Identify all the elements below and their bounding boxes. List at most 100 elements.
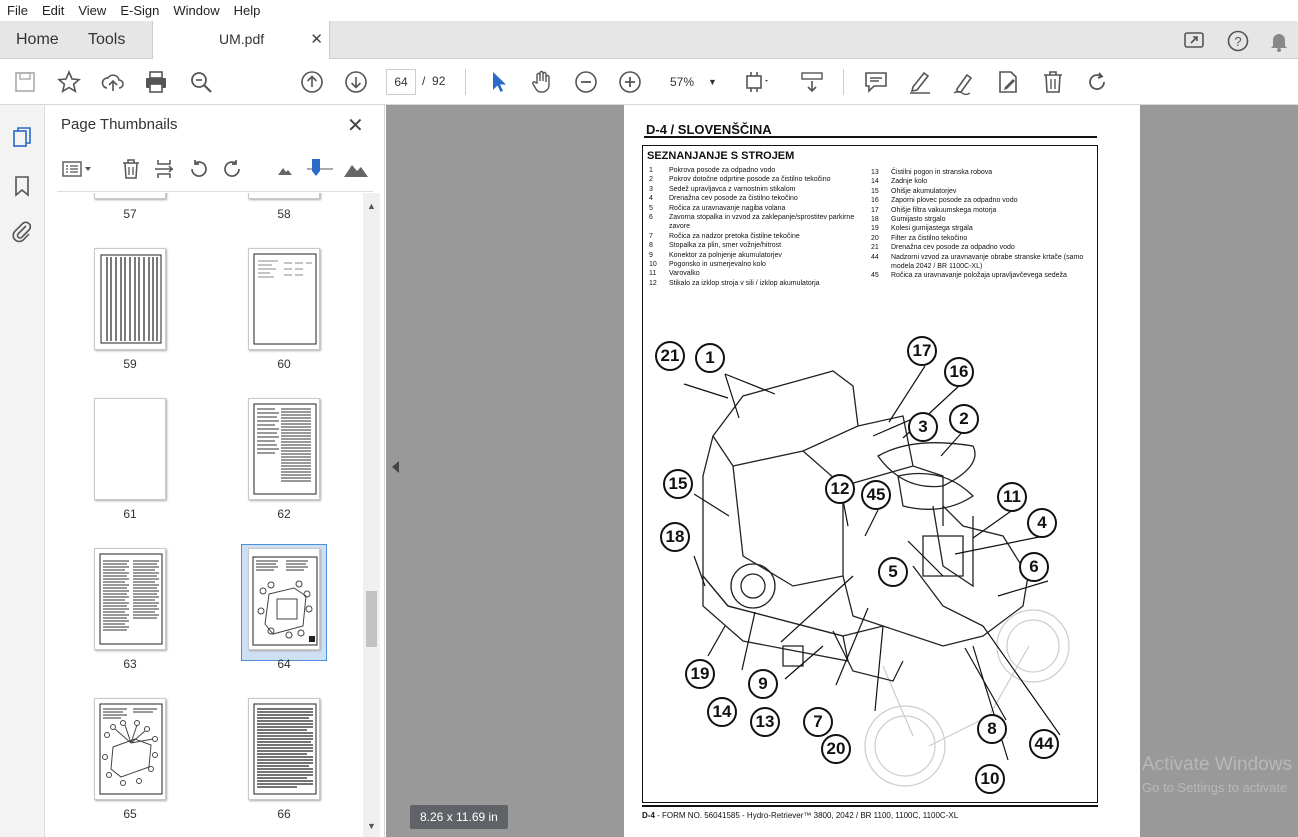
rotate-icon[interactable]: [1084, 69, 1110, 95]
rotate-counterclockwise-icon[interactable]: [188, 158, 210, 180]
scrollbar-thumb[interactable]: [366, 591, 377, 647]
callout-18: 18: [660, 522, 690, 552]
draw-signature-icon[interactable]: [951, 69, 977, 96]
legend-item: 19 Kolesi gumijastega strgala: [871, 225, 973, 233]
tab-bar: Home Tools UM.pdf ✕ ?: [0, 21, 1298, 60]
zoom-level-select[interactable]: 57% ▼: [662, 69, 722, 95]
thumbnail-page-63[interactable]: [94, 548, 166, 650]
header-rule: [644, 136, 1097, 138]
comment-icon[interactable]: [863, 69, 889, 95]
scroll-mode-icon[interactable]: [799, 69, 825, 95]
bookmarks-icon[interactable]: [10, 174, 34, 198]
page-fit-icon[interactable]: [742, 69, 768, 95]
small-thumbnails-icon[interactable]: [277, 163, 293, 175]
tab-home[interactable]: Home: [16, 21, 59, 59]
thumbnail-page-60[interactable]: [248, 248, 320, 350]
thumbnail-label-58: 58: [277, 207, 291, 221]
callout-9: 9: [748, 669, 778, 699]
thumbnail-list: 57 58 59 60 61 62 63 64 65 66: [45, 193, 363, 837]
panel-divider: [57, 191, 373, 192]
legend-item: 10 Pogonsko in usmerjevalno kolo: [649, 261, 766, 269]
thumbnail-label-57: 57: [123, 207, 137, 221]
insert-page-icon[interactable]: [153, 158, 175, 180]
activation-watermark-hint: Go to Settings to activate: [1142, 780, 1288, 795]
print-icon[interactable]: [143, 69, 169, 95]
highlight-pen-icon[interactable]: [907, 69, 933, 95]
bookmark-star-icon[interactable]: [56, 69, 82, 95]
legend-item: 21 Drenažna cev posode za odpadno vodo: [871, 244, 1015, 252]
delete-pages-icon[interactable]: [120, 158, 142, 180]
thumbnail-size-slider[interactable]: [307, 157, 333, 181]
document-viewport[interactable]: D-4 / SLOVENŠČINA SEZNANJANJE S STROJEM …: [386, 105, 1298, 837]
notifications-bell-icon[interactable]: [1267, 29, 1291, 53]
menu-file[interactable]: File: [0, 3, 35, 18]
tab-document[interactable]: UM.pdf ✕: [152, 21, 330, 60]
attachments-paperclip-icon[interactable]: [10, 219, 34, 243]
legend-item: 8 Stopalka za plin, smer vožnje/hitrost: [649, 242, 782, 250]
page-footer: D-4 - FORM NO. 56041585 - Hydro-Retrieve…: [642, 811, 959, 820]
thumbnail-label-63: 63: [123, 657, 137, 671]
callout-17: 17: [907, 336, 937, 366]
callout-6: 6: [1019, 552, 1049, 582]
thumbnail-page-57[interactable]: [94, 193, 166, 199]
legend-item: 16 Zaporni plovec posode za odpadno vodo: [871, 197, 1018, 205]
activation-watermark: Activate Windows: [1142, 754, 1292, 775]
zoom-search-icon[interactable]: [188, 69, 214, 95]
menu-view[interactable]: View: [71, 3, 113, 18]
legend-item: 45 Ročica za uravnavanje položaja upravlj…: [871, 272, 1067, 280]
legend-item: 1 Pokrova posode za odpadno vodo: [649, 167, 776, 174]
thumbnail-scrollbar[interactable]: ▲ ▼: [363, 193, 380, 837]
thumbnail-page-66[interactable]: [248, 698, 320, 800]
page-count: / 92: [422, 74, 446, 88]
upload-cloud-icon[interactable]: [100, 69, 126, 95]
menu-edit[interactable]: Edit: [35, 3, 71, 18]
close-tab-icon[interactable]: ✕: [310, 30, 323, 48]
zoom-in-icon[interactable]: [617, 69, 643, 95]
zoom-out-icon[interactable]: [573, 69, 599, 95]
page-thumbnails-icon[interactable]: [10, 125, 34, 149]
page-number-input[interactable]: 64: [386, 69, 416, 95]
hand-tool-icon[interactable]: [529, 69, 555, 95]
legend-item: 20 Filter za čistilno tekočino: [871, 234, 968, 242]
thumbnail-page-62[interactable]: [248, 398, 320, 500]
scroll-up-arrow-icon[interactable]: ▲: [367, 201, 376, 211]
callout-15: 15: [663, 469, 693, 499]
select-cursor-icon[interactable]: [485, 69, 511, 95]
callout-4: 4: [1027, 508, 1057, 538]
callout-2: 2: [949, 404, 979, 434]
next-page-icon[interactable]: [343, 69, 369, 95]
close-panel-icon[interactable]: ✕: [347, 113, 364, 138]
page-size-badge: 8.26 x 11.69 in: [410, 805, 508, 829]
thumbnail-label-62: 62: [277, 507, 291, 521]
large-thumbnails-icon[interactable]: [343, 160, 369, 178]
thumbnail-page-64[interactable]: [248, 548, 320, 650]
share-screen-icon[interactable]: [1183, 29, 1207, 53]
callout-11: 11: [997, 482, 1027, 512]
tab-tools[interactable]: Tools: [88, 21, 125, 59]
previous-page-icon[interactable]: [299, 69, 325, 95]
thumbnail-label-60: 60: [277, 357, 291, 371]
delete-trash-icon[interactable]: [1040, 69, 1066, 95]
thumbnail-label-66: 66: [277, 807, 291, 821]
callout-10: 10: [975, 764, 1005, 794]
menu-window[interactable]: Window: [166, 3, 226, 18]
menu-esign[interactable]: E-Sign: [113, 3, 166, 18]
rotate-clockwise-icon[interactable]: [221, 158, 243, 180]
collapse-panel-arrow-icon[interactable]: [392, 461, 399, 473]
thumbnail-page-65[interactable]: [94, 698, 166, 800]
thumbnail-options-menu[interactable]: [61, 158, 95, 180]
thumbnail-page-61[interactable]: [94, 398, 166, 500]
thumbnail-page-58[interactable]: [248, 193, 320, 199]
help-icon[interactable]: ?: [1226, 29, 1250, 53]
toolbar-divider: [843, 69, 844, 95]
callout-1: 1: [695, 343, 725, 373]
save-icon[interactable]: [12, 69, 38, 95]
menu-help[interactable]: Help: [227, 3, 268, 18]
legend-item: 17 Ohišje filtra vakuumskega motorja: [871, 206, 997, 214]
edit-document-icon[interactable]: [995, 69, 1021, 95]
scroll-down-arrow-icon[interactable]: ▼: [367, 821, 376, 831]
legend-item: 44 Nadzorni vzvod za uravnavanje obrabe s…: [871, 253, 1084, 271]
thumbnail-label-61: 61: [123, 507, 137, 521]
thumbnail-page-59[interactable]: [94, 248, 166, 350]
panel-title: Page Thumbnails: [61, 116, 178, 133]
